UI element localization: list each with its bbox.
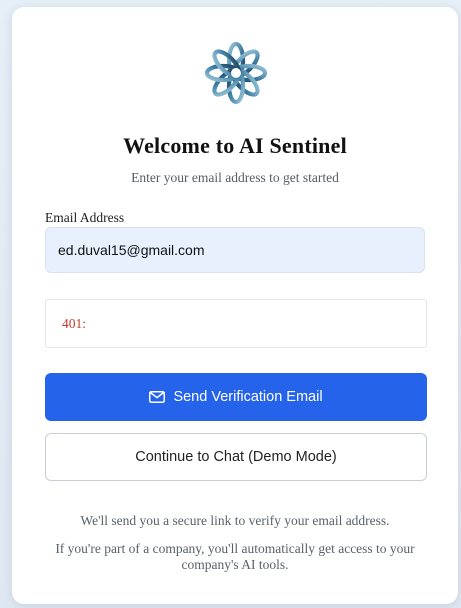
page-title: Welcome to AI Sentinel <box>123 133 347 158</box>
send-verification-email-button[interactable]: Send Verification Email <box>45 373 427 421</box>
email-label: Email Address <box>45 210 125 225</box>
continue-demo-mode-label: Continue to Chat (Demo Mode) <box>135 449 337 465</box>
flower-swirl-logo-icon <box>204 41 268 105</box>
error-message: 401: <box>62 316 87 331</box>
company-access-note: If you're part of a company, you'll auto… <box>55 541 415 572</box>
mail-icon <box>149 391 166 403</box>
continue-demo-mode-button[interactable]: Continue to Chat (Demo Mode) <box>45 433 427 481</box>
send-verification-email-label: Send Verification Email <box>173 389 323 405</box>
error-message-box: 401: <box>45 299 427 348</box>
verification-note: We'll send you a secure link to verify y… <box>80 513 390 528</box>
page-subtitle: Enter your email address to get started <box>131 170 339 185</box>
login-card: Welcome to AI Sentinel Enter your email … <box>12 7 458 604</box>
email-input[interactable] <box>45 227 425 273</box>
